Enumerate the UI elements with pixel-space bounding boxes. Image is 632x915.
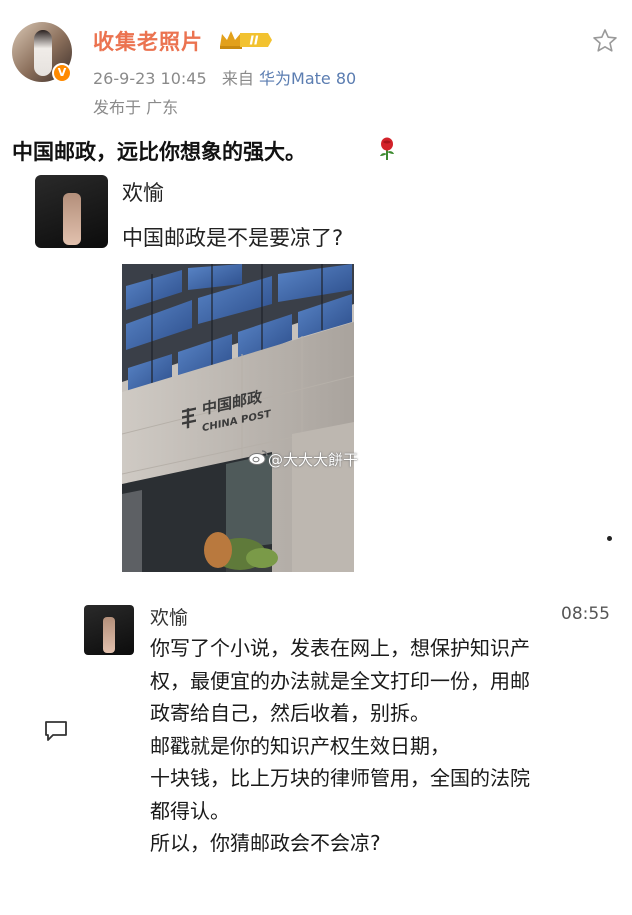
scroll-dot xyxy=(607,536,612,541)
chat-message-line: 所以，你猜邮政会不会凉? xyxy=(150,831,381,855)
weibo-logo-icon xyxy=(248,450,268,465)
chat-timestamp: 08:55 xyxy=(561,604,610,624)
chat-contact-name: 欢愉 xyxy=(150,607,189,629)
verified-badge: V xyxy=(52,63,72,83)
post-office-photo[interactable]: 中国邮政 CHINA POST xyxy=(122,264,354,572)
chat-avatar xyxy=(35,175,108,248)
post-device[interactable]: 华为Mate 80 xyxy=(259,69,356,88)
chat-contact-name: 欢愉 xyxy=(122,181,164,205)
author-username[interactable]: 收集老照片 xyxy=(93,26,203,56)
chat-message-line: 邮戳就是你的知识产权生效日期， xyxy=(150,733,450,758)
chat-message-line: 权，最便宜的办法就是全文打印一份，用邮 xyxy=(150,668,530,693)
rose-emoji-icon xyxy=(380,137,394,160)
crown-badge-icon: II xyxy=(220,31,272,49)
post-location: 发布于 广东 xyxy=(93,98,179,117)
post-title: 中国邮政，远比你想象的强大。 xyxy=(12,140,306,164)
level-badge-text: II xyxy=(250,34,259,48)
star-icon[interactable] xyxy=(592,28,618,54)
chat-message-line: 都得认。 xyxy=(150,798,230,823)
chat-message-line: 政寄给自己，然后收着，别拆。 xyxy=(150,701,430,725)
post-date: 26-9-23 10:45 xyxy=(93,69,207,88)
chat-message-line: 十块钱，比上万块的律师管用，全国的法院 xyxy=(150,766,530,790)
post-meta: 26-9-23 10:45 来自 华为Mate 80 xyxy=(93,65,356,89)
chat-avatar xyxy=(84,605,134,655)
comment-icon[interactable] xyxy=(43,719,69,743)
post-source-prefix: 来自 xyxy=(221,69,254,88)
chat-message: 中国邮政是不是要凉了? xyxy=(122,226,344,250)
chat-message-body: 你写了个小说，发表在网上，想保护知识产 权，最便宜的办法就是全文打印一份，用邮 … xyxy=(150,632,625,860)
chat-message-line: 你写了个小说，发表在网上，想保护知识产 xyxy=(150,636,530,660)
